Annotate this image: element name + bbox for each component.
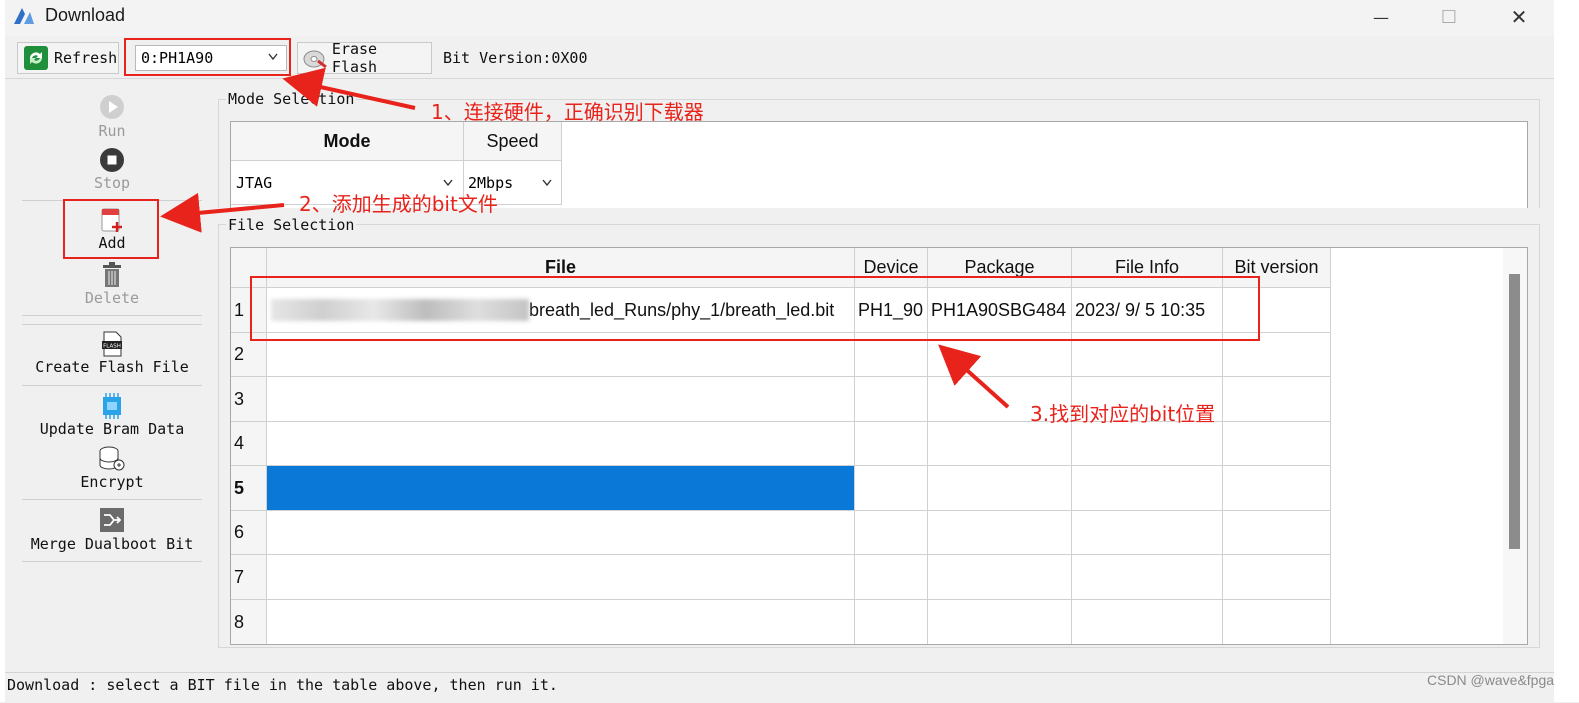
- arrow-to-device-select: [282, 67, 416, 110]
- annotation-step3: 3.找到对应的bit位置: [1030, 402, 1216, 426]
- arrow-to-add-button: [160, 192, 285, 233]
- arrow-to-file-row: [938, 344, 1010, 409]
- annotation-step1: 1、连接硬件，正确识别下载器: [431, 100, 704, 124]
- annotation-step2: 2、添加生成的bit文件: [299, 192, 498, 216]
- annotation-arrows: [160, 67, 1010, 409]
